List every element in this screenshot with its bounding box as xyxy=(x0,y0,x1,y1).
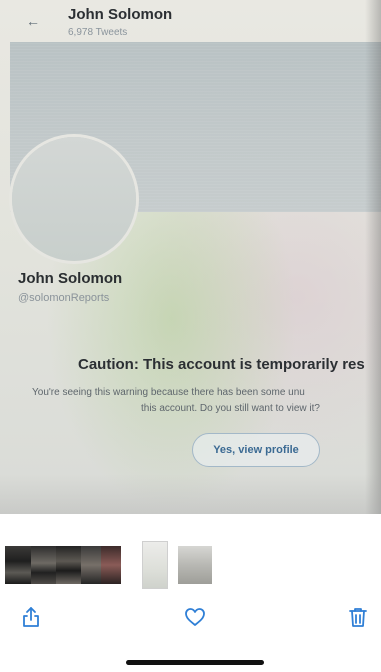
heart-icon[interactable] xyxy=(183,605,207,629)
thumbnail-strip[interactable] xyxy=(0,542,381,588)
trash-icon[interactable] xyxy=(346,605,370,629)
tweet-count: 6,978 Tweets xyxy=(68,27,128,38)
home-indicator[interactable] xyxy=(126,660,264,665)
caution-text-line2: this account. Do you still want to view … xyxy=(141,403,320,414)
thumbnail[interactable] xyxy=(81,546,101,584)
thumbnail[interactable] xyxy=(101,546,121,584)
thumbnail[interactable] xyxy=(56,546,81,584)
photo-view[interactable]: ← John Solomon 6,978 Tweets John Solomon… xyxy=(0,0,381,514)
thumbnail[interactable] xyxy=(31,546,56,584)
caution-title: Caution: This account is temporarily res xyxy=(78,356,365,373)
caution-text-line1: You're seeing this warning because there… xyxy=(32,387,305,398)
profile-handle: @solomonReports xyxy=(18,292,110,304)
photo-bottom-shadow xyxy=(0,474,381,514)
photo-edge-shadow xyxy=(365,0,381,514)
thumbnail[interactable] xyxy=(178,546,212,584)
thumbnail[interactable] xyxy=(5,546,31,584)
header-name: John Solomon xyxy=(68,6,173,23)
profile-name: John Solomon xyxy=(18,270,123,287)
view-profile-button: Yes, view profile xyxy=(192,433,320,467)
avatar xyxy=(12,137,136,261)
share-icon[interactable] xyxy=(19,605,43,629)
back-arrow-icon: ← xyxy=(26,13,40,29)
thumbnail-current[interactable] xyxy=(143,542,167,588)
